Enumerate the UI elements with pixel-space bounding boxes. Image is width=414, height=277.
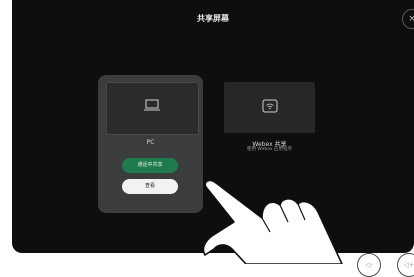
view-button[interactable]: 查看 bbox=[122, 179, 178, 194]
page-title: 共享屏幕 bbox=[197, 14, 229, 23]
pc-source-label: PC bbox=[146, 139, 155, 146]
webex-share-sublabel: 使用 Webex 应用程序 bbox=[246, 147, 293, 152]
volume-down-icon: ◁- bbox=[365, 261, 373, 269]
volume-down-button[interactable]: ◁- bbox=[357, 253, 381, 277]
touch-panel-screen: 共享屏幕 × bbox=[12, 0, 414, 253]
volume-up-button[interactable]: ◁+ bbox=[397, 253, 414, 277]
share-in-call-button[interactable]: 通话中共享 bbox=[122, 158, 178, 173]
close-icon: × bbox=[408, 14, 414, 24]
wireless-share-icon bbox=[262, 99, 278, 113]
laptop-icon bbox=[144, 99, 160, 111]
close-button[interactable]: × bbox=[402, 9, 414, 29]
volume-up-icon: ◁+ bbox=[403, 261, 414, 269]
